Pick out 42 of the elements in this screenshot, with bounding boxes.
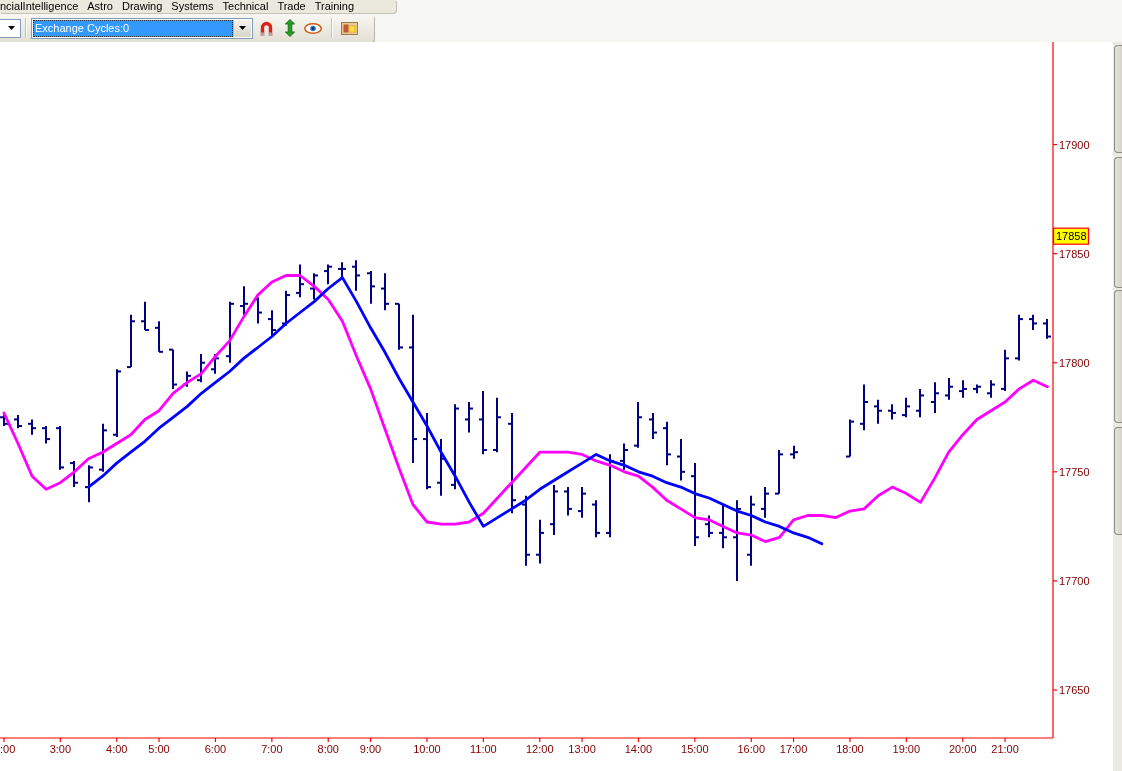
price-label: 17900 <box>1059 138 1090 151</box>
combo-box[interactable] <box>0 18 21 38</box>
time-label: 18:00 <box>836 743 864 755</box>
time-label: 15:00 <box>681 743 709 755</box>
time-label: 7:00 <box>261 743 283 755</box>
window-icon[interactable] <box>341 21 358 35</box>
caret-icon <box>239 26 246 30</box>
up-down-arrow-icon[interactable] <box>285 19 295 37</box>
time-label: 6:00 <box>204 743 227 755</box>
time-label: 19:00 <box>892 743 921 755</box>
time-label: 9:00 <box>359 743 382 755</box>
time-label: 13:00 <box>568 743 596 755</box>
time-label: 5:00 <box>148 743 170 755</box>
time-label: 20:00 <box>949 743 977 755</box>
price-tag: 17858 <box>1052 227 1090 245</box>
time-label: 3:00 <box>49 743 72 755</box>
annotation: 17858 <box>1056 230 1087 243</box>
menu-item[interactable]: Training <box>314 0 355 13</box>
price-label: 17850 <box>1059 247 1090 260</box>
time-label: :00 <box>0 743 16 755</box>
menu-item[interactable]: Astro <box>87 0 113 13</box>
time-label: 17:00 <box>779 743 808 755</box>
time-label: 11:00 <box>470 743 497 755</box>
menu-item[interactable]: ncialIntelligence <box>0 0 79 13</box>
price-label: 17650 <box>1059 684 1090 696</box>
menu-item[interactable]: Technical <box>222 0 269 13</box>
time-label: 14:00 <box>624 743 653 755</box>
price-label: 17750 <box>1059 465 1090 478</box>
price-label: 17700 <box>1059 574 1090 587</box>
time-label: 8:00 <box>317 743 339 755</box>
eye-icon[interactable] <box>304 22 322 34</box>
time-label: 21:00 <box>991 743 1019 755</box>
menu-item[interactable]: Systems <box>171 0 214 13</box>
price-label: 17800 <box>1059 356 1090 369</box>
time-label: 4:00 <box>106 743 128 755</box>
caret-icon <box>8 26 15 30</box>
time-label: 12:00 <box>526 743 554 755</box>
time-label: 10:00 <box>413 743 441 755</box>
time-label: 16:00 <box>737 743 765 755</box>
menu-item[interactable]: Drawing <box>121 0 163 13</box>
menu-item[interactable]: Trade <box>277 0 306 13</box>
magnet-icon[interactable] <box>260 20 273 36</box>
